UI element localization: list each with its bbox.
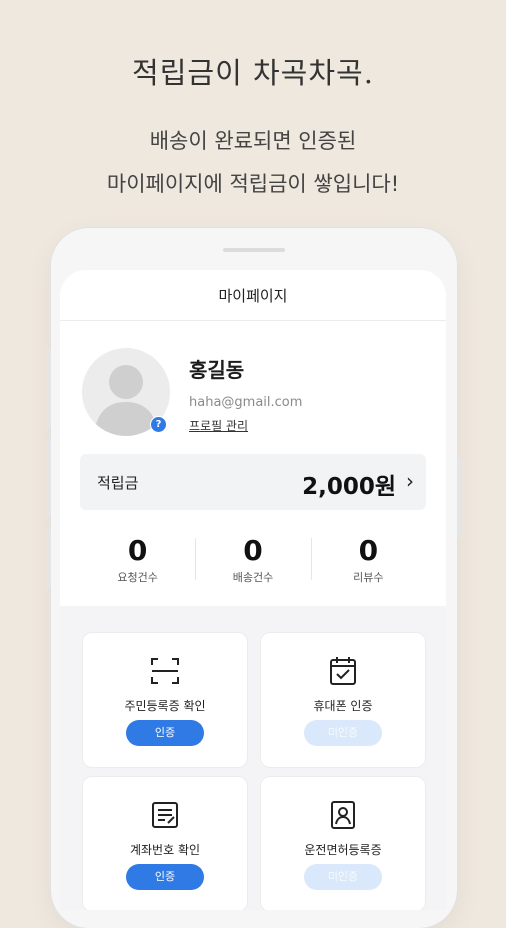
points-row[interactable]: 적립금 2,000원 › bbox=[80, 454, 426, 510]
person-card-icon bbox=[331, 801, 355, 829]
help-badge-icon[interactable]: ? bbox=[150, 416, 167, 433]
stat-value: 0 bbox=[243, 534, 263, 567]
promo-headline: 적립금이 차곡차곡. bbox=[132, 56, 374, 90]
phone-side-button bbox=[47, 348, 51, 428]
stat-requests[interactable]: 0 요청건수 bbox=[80, 524, 195, 594]
stat-value: 0 bbox=[127, 534, 148, 567]
card-title: 휴대폰 인증 bbox=[313, 699, 373, 713]
calendar-check-icon bbox=[330, 657, 356, 685]
card-bank-account[interactable]: 계좌번호 확인 인증 bbox=[82, 776, 248, 910]
card-driver-license[interactable]: 운전면허등록증 미인증 bbox=[260, 776, 426, 910]
stat-deliveries[interactable]: 0 배송건수 bbox=[195, 524, 310, 594]
stat-label: 배송건수 bbox=[232, 571, 274, 584]
card-title: 운전면허등록증 bbox=[304, 843, 382, 857]
phone-side-button bbox=[457, 458, 461, 538]
profile-section: ? 홍길동 haha@gmail.com 프로필 관리 bbox=[60, 321, 446, 441]
chevron-right-icon: › bbox=[406, 469, 414, 493]
app-screen: 마이페이지 ? 홍길동 haha@gmail.com 프로필 관리 적립금 2,… bbox=[60, 270, 446, 910]
promo-subtext-line2: 마이페이지에 적립금이 쌓입니다! bbox=[106, 172, 400, 196]
points-value: 2,000원 bbox=[302, 474, 396, 500]
phone-side-button bbox=[47, 528, 51, 588]
unverified-button[interactable]: 미인증 bbox=[304, 720, 382, 746]
stat-label: 리뷰수 bbox=[353, 571, 384, 584]
stats-row: 0 요청건수 0 배송건수 0 리뷰수 bbox=[80, 524, 426, 594]
phone-frame: 마이페이지 ? 홍길동 haha@gmail.com 프로필 관리 적립금 2,… bbox=[47, 228, 461, 928]
profile-manage-link[interactable]: 프로필 관리 bbox=[189, 417, 248, 434]
document-pen-icon bbox=[152, 802, 178, 828]
stat-reviews[interactable]: 0 리뷰수 bbox=[310, 524, 426, 594]
points-label: 적립금 bbox=[97, 474, 139, 492]
promo-subtext-line1: 배송이 완료되면 인증된 bbox=[149, 129, 357, 153]
verification-section: 주민등록증 확인 인증 휴대폰 인증 미인증 계좌번호 확인 인증 운전면허등록… bbox=[60, 606, 446, 910]
card-title: 계좌번호 확인 bbox=[129, 843, 201, 857]
stat-value: 0 bbox=[358, 534, 379, 567]
verify-button[interactable]: 인증 bbox=[126, 864, 204, 890]
id-scan-icon bbox=[151, 658, 179, 684]
stat-label: 요청건수 bbox=[117, 571, 158, 584]
unverified-button[interactable]: 미인증 bbox=[304, 864, 382, 890]
app-header: 마이페이지 bbox=[60, 270, 446, 321]
verify-button[interactable]: 인증 bbox=[126, 720, 204, 746]
phone-speaker bbox=[223, 248, 285, 252]
card-phone[interactable]: 휴대폰 인증 미인증 bbox=[260, 632, 426, 768]
phone-side-button bbox=[47, 438, 51, 518]
page-title: 마이페이지 bbox=[218, 286, 288, 305]
profile-email: haha@gmail.com bbox=[189, 395, 303, 410]
profile-name: 홍길동 bbox=[189, 358, 245, 382]
card-title: 주민등록증 확인 bbox=[124, 699, 206, 713]
card-resident-id[interactable]: 주민등록증 확인 인증 bbox=[82, 632, 248, 768]
